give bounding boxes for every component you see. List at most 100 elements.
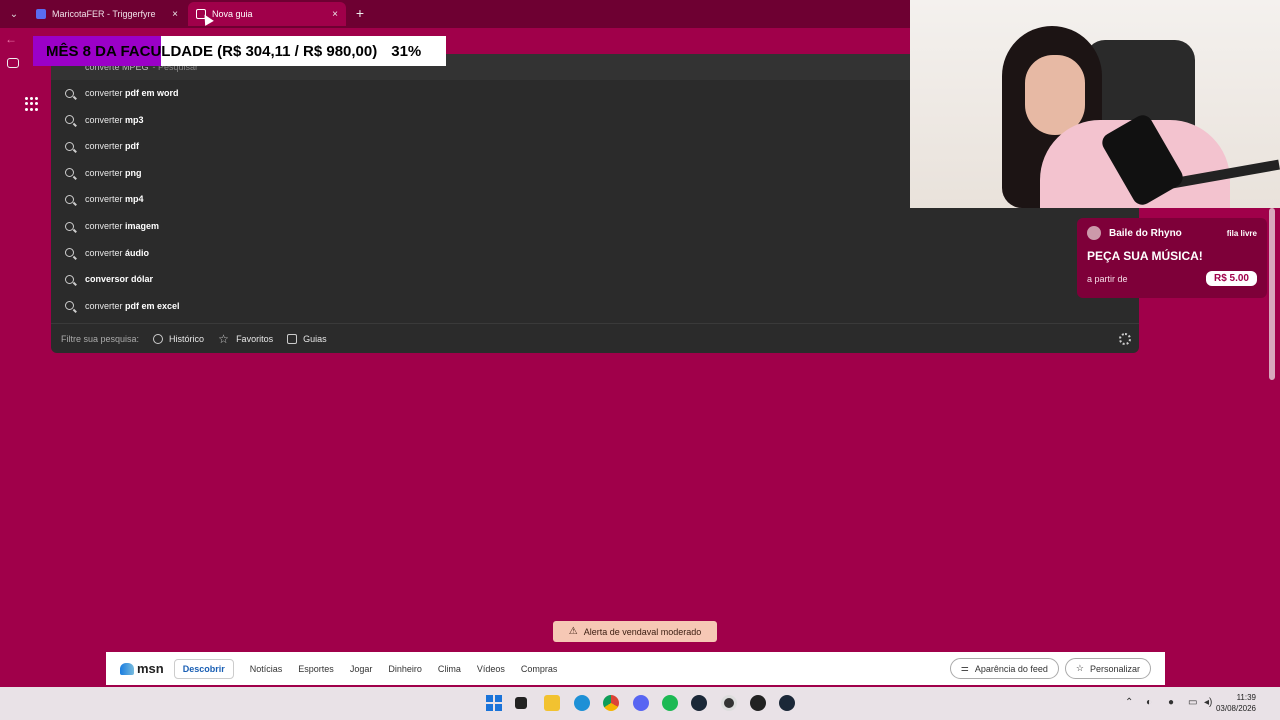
webcam-person-face — [1025, 55, 1085, 135]
suggestion-item[interactable]: conversor dólar — [51, 266, 1139, 292]
suggestion-prefix: converter — [85, 141, 123, 152]
suggestion-bold: mp3 — [122, 114, 144, 125]
search-icon — [65, 248, 74, 258]
msn-nav-esportes[interactable]: Esportes — [290, 660, 342, 678]
windows-start-icon[interactable] — [486, 695, 502, 711]
personalize-label: Personalizar — [1089, 663, 1140, 674]
msn-logo[interactable]: msn — [120, 661, 164, 676]
file-explorer-icon[interactable] — [544, 695, 560, 711]
filter-history-label: Histórico — [169, 333, 205, 344]
suggestion-prefix: converter — [85, 88, 123, 98]
gear-icon[interactable] — [1119, 333, 1131, 345]
msn-feed-bar: msn Descobrir Notícias Esportes Jogar Di… — [106, 652, 1165, 685]
steam-icon[interactable] — [779, 695, 795, 711]
new-tab-plus-icon[interactable]: + — [352, 5, 368, 21]
song-widget-headline: PEÇA SUA MÚSICA! — [1087, 249, 1203, 263]
suggestion-prefix: converter — [85, 300, 123, 311]
search-icon — [65, 194, 74, 204]
chrome-icon[interactable] — [603, 695, 619, 711]
goal-percent: 31% — [391, 42, 422, 60]
search-icon — [65, 115, 74, 125]
feed-appearance-button[interactable]: ⚌ Aparência do feed — [949, 658, 1059, 679]
volume-icon[interactable]: ◂) — [1204, 697, 1212, 708]
streamer-webcam — [910, 0, 1280, 208]
windows-taskbar: ⌃ ◐ ● ▭ ◂) 11:39 03/08/2026 — [0, 687, 1280, 720]
clock-date: 03/08/2026 — [1215, 704, 1256, 713]
suggestion-bold: imagem — [122, 221, 160, 231]
price-badge: R$ 5.00 — [1205, 271, 1257, 286]
suggestion-prefix: converter — [85, 221, 123, 231]
suggestion-bold: conversor dólar — [85, 274, 154, 285]
star-icon: ☆ — [1075, 663, 1084, 673]
filter-favorites-label: Favoritos — [236, 333, 274, 344]
suggestion-bold: pdf em excel — [122, 300, 180, 311]
search-icon — [65, 274, 74, 284]
tab-actions-chevron-down-icon[interactable]: ⌄ — [4, 4, 24, 24]
tab-close-icon[interactable]: × — [172, 9, 178, 20]
stream-goal-banner: MÊS 8 DA FACULDADE (R$ 304,11 / R$ 980,0… — [33, 36, 446, 66]
tab-title: MaricotaFER - Triggerfyre — [52, 9, 156, 19]
suggestion-item[interactable]: converter imagem — [51, 213, 1139, 239]
microphone-icon[interactable]: ● — [1168, 697, 1174, 708]
app-badge-icon[interactable] — [750, 695, 766, 711]
msn-butterfly-icon — [120, 662, 134, 675]
tabs-icon — [287, 333, 298, 344]
suggestion-item[interactable]: converter pdf em excel — [51, 293, 1139, 319]
tab-maricotafer[interactable]: MaricotaFER - Triggerfyre × — [28, 2, 186, 26]
price-prefix: a partir de — [1087, 273, 1128, 284]
queue-status: fila livre — [1226, 228, 1257, 238]
obs-icon[interactable] — [721, 695, 737, 711]
msn-nav-jogar[interactable]: Jogar — [342, 660, 381, 678]
search-icon — [65, 168, 74, 178]
suggestion-bold: pdf em word — [122, 88, 179, 98]
back-arrow-icon[interactable]: ← — [5, 32, 17, 46]
suggestion-bold: png — [122, 167, 142, 178]
song-widget-name: Baile do Rhyno — [1109, 227, 1182, 239]
song-request-widget: Baile do Rhyno fila livre PEÇA SUA MÚSIC… — [1077, 218, 1267, 298]
app-launcher-grid-icon[interactable] — [25, 97, 39, 111]
msn-nav-clima[interactable]: Clima — [430, 660, 469, 678]
search-icon — [65, 141, 74, 151]
spotify-icon[interactable] — [662, 695, 678, 711]
suggestion-bold: áudio — [122, 247, 150, 258]
feed-appearance-label: Aparência do feed — [974, 663, 1048, 674]
filter-history-button[interactable]: Histórico — [153, 333, 205, 344]
msn-nav-noticias[interactable]: Notícias — [242, 660, 291, 678]
goal-text: MÊS 8 DA FACULDADE (R$ 304,11 / R$ 980,0… — [46, 42, 378, 60]
tray-chevron-up-icon[interactable]: ⌃ — [1125, 697, 1133, 708]
tab-nova-guia[interactable]: Nova guia × — [188, 2, 346, 26]
msn-nav-dinheiro[interactable]: Dinheiro — [380, 660, 430, 678]
sidebar-panel-icon[interactable] — [7, 58, 19, 68]
weather-alert-text: Alerta de vendaval moderado — [583, 626, 702, 637]
clock-time: 11:39 — [1236, 693, 1256, 702]
search-filter-row: Filtre sua pesquisa: Histórico ☆ Favorito… — [51, 323, 1139, 353]
filter-tabs-button[interactable]: Guias — [287, 333, 327, 344]
tray-network-icon[interactable]: ◐ — [1146, 697, 1152, 708]
task-view-icon[interactable] — [515, 697, 527, 709]
scrollbar-thumb[interactable] — [1269, 208, 1275, 380]
triggerfyre-favicon-icon — [36, 9, 46, 19]
search-icon — [65, 88, 74, 98]
steam-icon[interactable] — [691, 695, 707, 711]
weather-alert-pill[interactable]: ⚠ Alerta de vendaval moderado — [553, 621, 717, 642]
search-icon — [65, 301, 74, 311]
tab-close-icon[interactable]: × — [332, 9, 338, 20]
personalize-button[interactable]: ☆ Personalizar — [1064, 658, 1151, 679]
system-clock[interactable]: 11:39 03/08/2026 — [1216, 692, 1256, 714]
edge-browser-icon[interactable] — [574, 695, 590, 711]
suggestion-prefix: converter — [85, 167, 123, 178]
suggestion-bold: pdf — [122, 141, 140, 152]
msn-nav-videos[interactable]: Vídeos — [469, 660, 513, 678]
msn-nav-descobrir[interactable]: Descobrir — [173, 658, 234, 679]
discord-icon[interactable] — [633, 695, 649, 711]
filter-favorites-button[interactable]: ☆ Favoritos — [218, 333, 274, 345]
msn-nav-compras[interactable]: Compras — [513, 660, 566, 678]
suggestion-item[interactable]: converter áudio — [51, 240, 1139, 266]
filter-label: Filtre sua pesquisa: — [61, 333, 140, 344]
warning-icon: ⚠ — [568, 626, 578, 637]
suggestion-prefix: converter — [85, 114, 123, 125]
suggestion-prefix: converter — [85, 247, 123, 258]
display-icon[interactable]: ▭ — [1188, 697, 1197, 708]
filter-tabs-label: Guias — [303, 333, 327, 344]
msn-logo-text: msn — [137, 661, 164, 676]
